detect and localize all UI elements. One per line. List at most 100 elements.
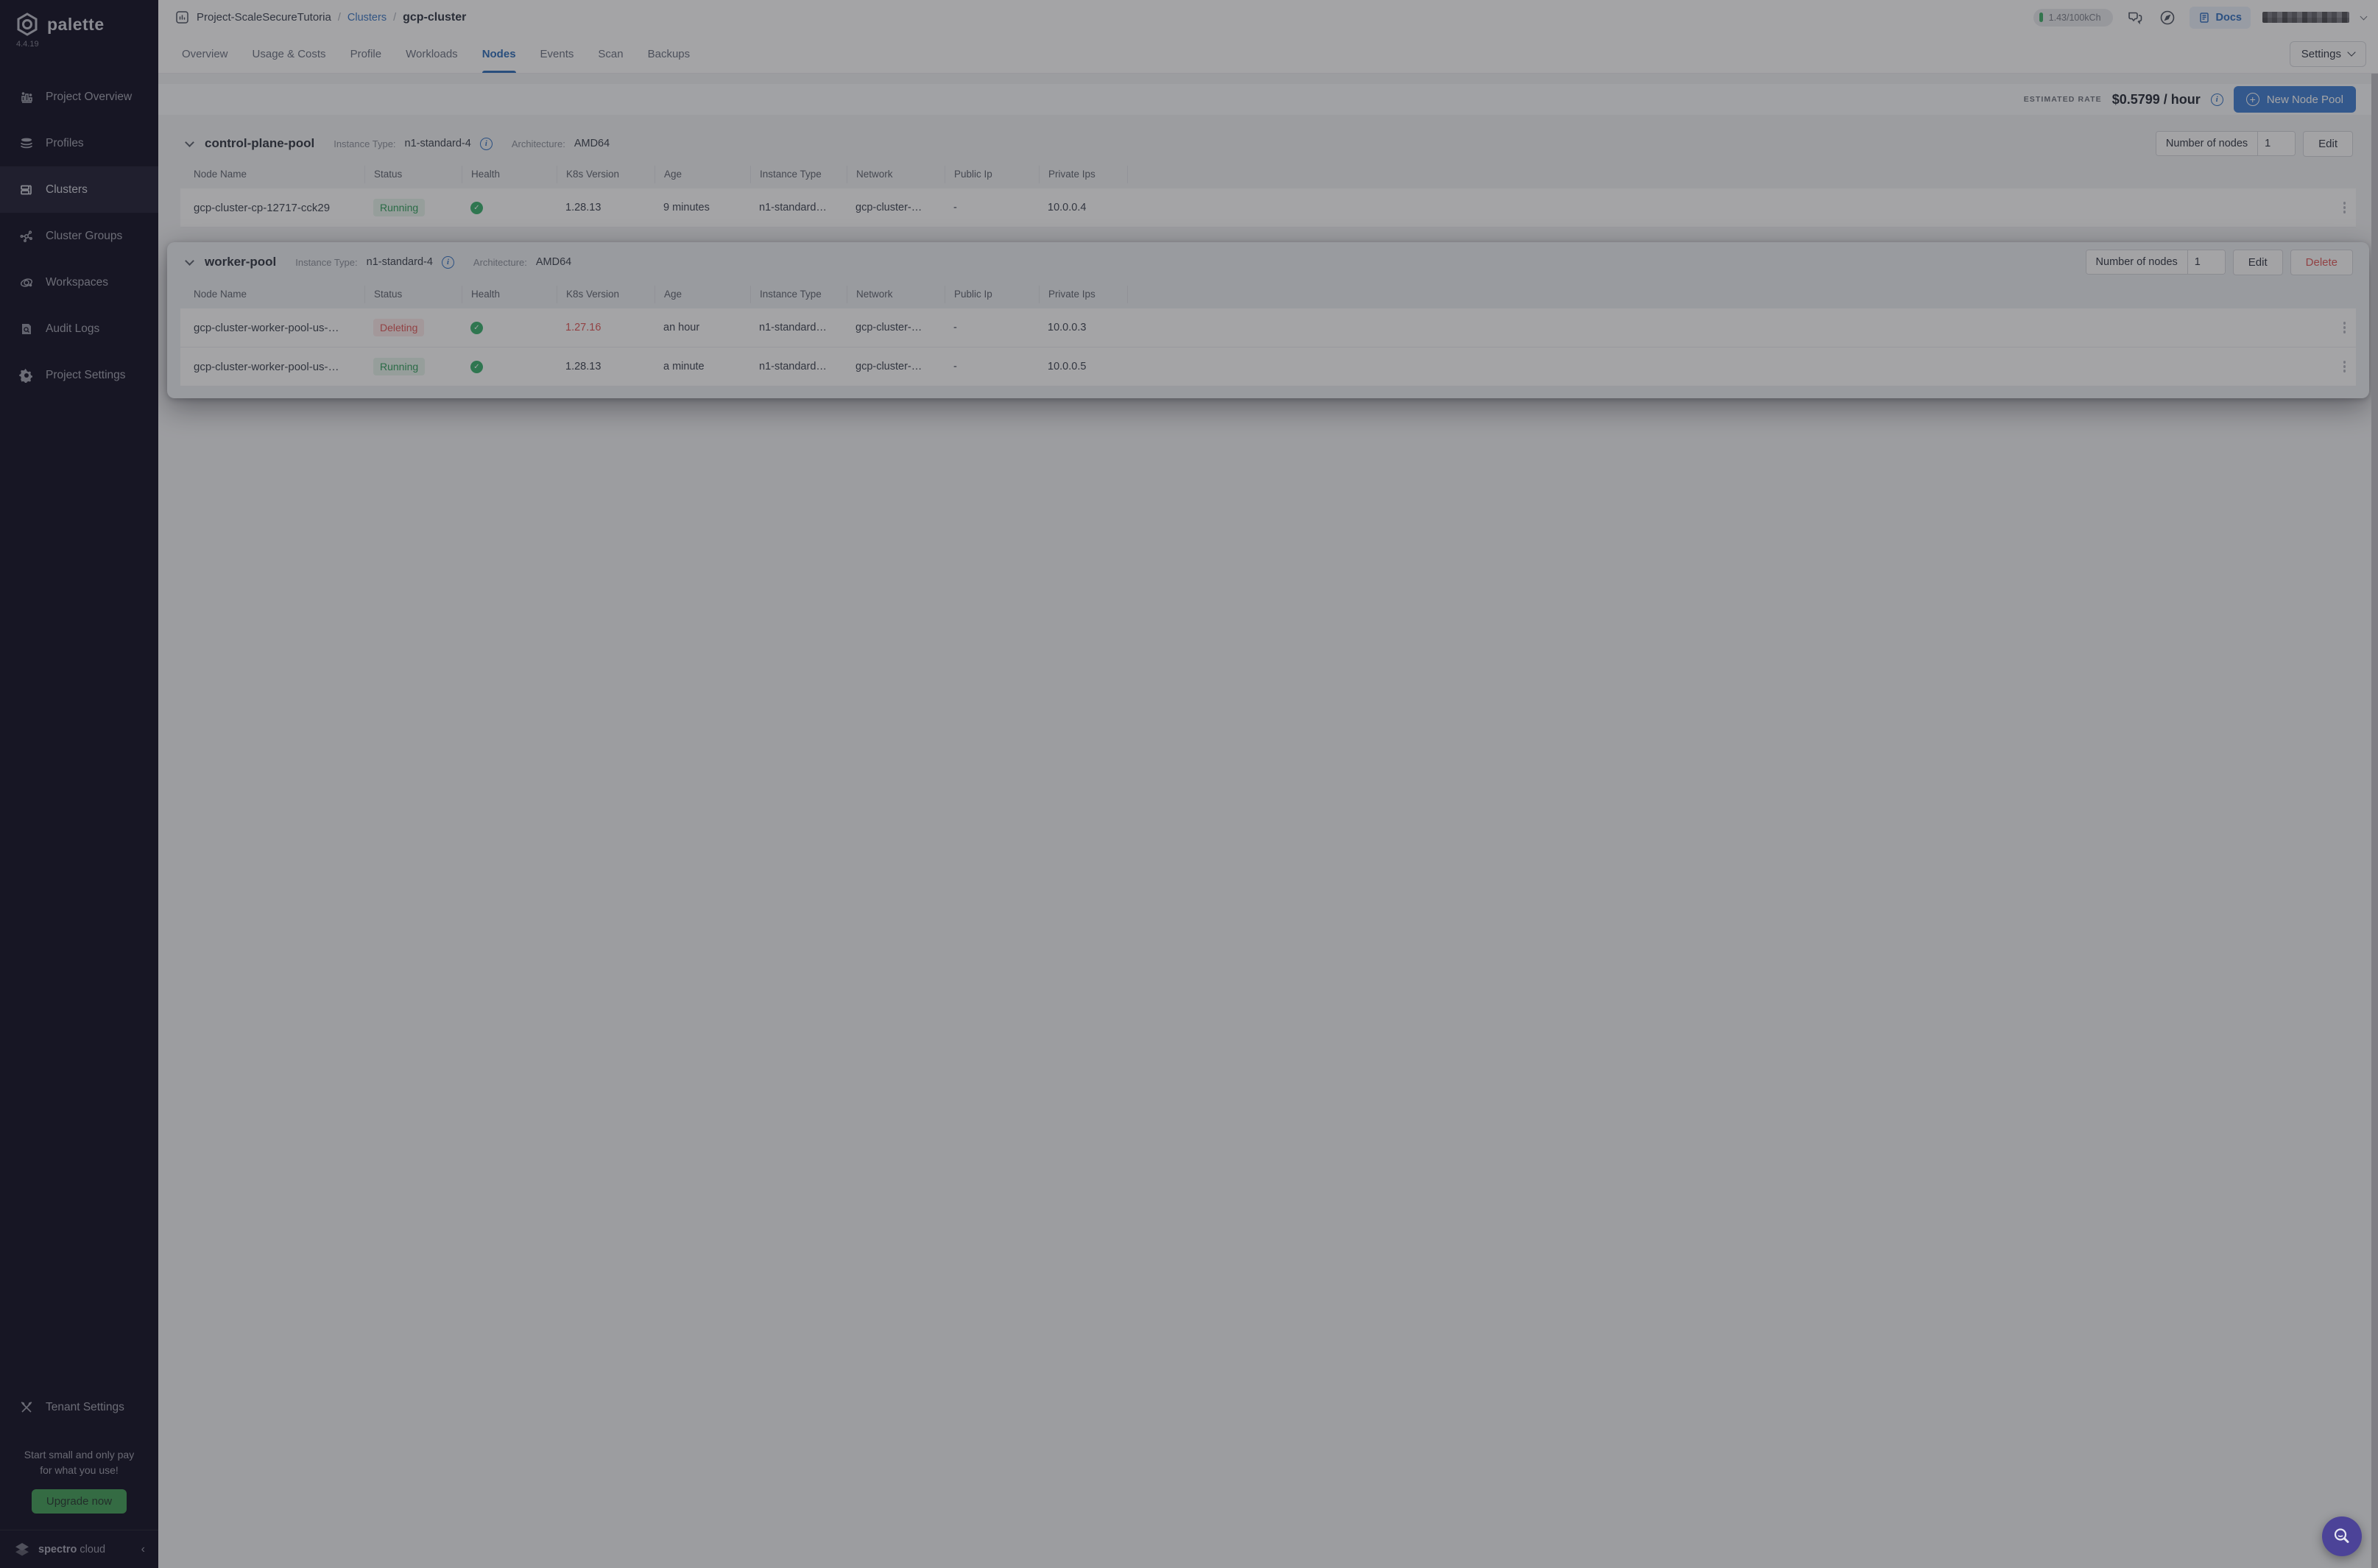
scrollbar[interactable] bbox=[2371, 74, 2378, 1568]
tab-profile[interactable]: Profile bbox=[350, 35, 382, 73]
sidebar-item-project-overview[interactable]: Project Overview bbox=[0, 74, 158, 120]
node-age: a minute bbox=[663, 361, 705, 372]
sidebar-item-audit-logs[interactable]: Audit Logs bbox=[0, 306, 158, 352]
sidebar-item-tenant-settings[interactable]: Tenant Settings bbox=[0, 1385, 158, 1431]
col-node-name: Node Name bbox=[194, 289, 247, 300]
tab-backups[interactable]: Backups bbox=[648, 35, 691, 73]
col-actions bbox=[1127, 166, 2356, 183]
collapse-pool-chevron-icon[interactable] bbox=[185, 137, 194, 147]
node-name: gcp-cluster-cp-12717-cck29 bbox=[194, 201, 331, 214]
tab-nodes[interactable]: Nodes bbox=[481, 35, 516, 73]
upgrade-now-button[interactable]: Upgrade now bbox=[31, 1489, 127, 1514]
tab-workloads[interactable]: Workloads bbox=[406, 35, 458, 73]
col-public-ip: Public Ip bbox=[945, 286, 1039, 303]
logo-wordmark: palette bbox=[47, 14, 105, 34]
sidebar-item-project-settings[interactable]: Project Settings bbox=[0, 352, 158, 398]
estimated-rate-value: $0.5799 / hour bbox=[2111, 91, 2201, 107]
rate-info-icon[interactable]: i bbox=[2210, 93, 2223, 106]
node-public-ip: - bbox=[953, 322, 957, 333]
tab-events[interactable]: Events bbox=[540, 35, 574, 73]
node-instance-type: n1-standard… bbox=[759, 361, 827, 372]
health-check-icon: ✓ bbox=[470, 201, 483, 214]
breadcrumb-separator: / bbox=[393, 11, 397, 24]
usage-quota-value: 1.43/100kCh bbox=[2048, 12, 2101, 23]
user-menu-caret-icon[interactable] bbox=[2360, 13, 2368, 20]
control-plane-pool-section: control-plane-pool Instance Type: n1-sta… bbox=[180, 127, 2356, 227]
tab-usage-costs[interactable]: Usage & Costs bbox=[253, 35, 326, 73]
sidebar-item-clusters[interactable]: Clusters bbox=[0, 166, 158, 213]
orbit-icon bbox=[20, 278, 33, 287]
plus-circle-icon: + bbox=[2245, 93, 2259, 106]
control-plane-pool-header: control-plane-pool Instance Type: n1-sta… bbox=[180, 127, 2356, 160]
node-public-ip: - bbox=[953, 361, 957, 372]
instance-info-icon[interactable]: i bbox=[479, 137, 493, 150]
collapse-pool-chevron-icon[interactable] bbox=[185, 255, 194, 266]
docs-button[interactable]: Docs bbox=[2189, 6, 2251, 29]
new-node-pool-button[interactable]: + New Node Pool bbox=[2233, 86, 2356, 113]
node-public-ip: - bbox=[953, 202, 957, 213]
col-network: Network bbox=[847, 166, 945, 183]
status-badge: Running bbox=[373, 358, 426, 375]
project-icon[interactable] bbox=[174, 10, 190, 25]
sidebar-item-cluster-groups[interactable]: Cluster Groups bbox=[0, 213, 158, 259]
worker-pool-section: worker-pool Instance Type: n1-standard-4… bbox=[167, 242, 2369, 398]
architecture-label: Architecture: bbox=[511, 138, 565, 149]
node-private-ips: 10.0.0.5 bbox=[1048, 361, 1087, 372]
number-of-nodes-label: Number of nodes bbox=[2086, 250, 2188, 274]
compass-icon bbox=[2160, 10, 2174, 24]
docs-label: Docs bbox=[2215, 11, 2242, 24]
spectro-cloud-wordmark: spectro cloud bbox=[38, 1543, 106, 1555]
tab-scan[interactable]: Scan bbox=[598, 35, 623, 73]
sidebar-item-label: Project Settings bbox=[46, 368, 126, 381]
header-actions: 1.43/100kCh Docs bbox=[2033, 6, 2368, 29]
redacted-username[interactable] bbox=[2262, 12, 2349, 23]
node-network: gcp-cluster-… bbox=[855, 361, 922, 372]
usage-quota-pill[interactable]: 1.43/100kCh bbox=[2033, 8, 2113, 27]
explore-button[interactable] bbox=[2157, 7, 2178, 28]
row-actions-kebab-icon[interactable] bbox=[2343, 361, 2357, 372]
breadcrumb-separator: / bbox=[337, 11, 341, 24]
row-actions-kebab-icon[interactable] bbox=[2343, 322, 2357, 333]
chat-bubbles-icon bbox=[2128, 12, 2142, 24]
number-of-nodes-input[interactable] bbox=[2187, 250, 2225, 274]
new-node-pool-label: New Node Pool bbox=[2266, 93, 2343, 106]
cluster-settings-button[interactable]: Settings bbox=[2289, 40, 2366, 67]
pool-name: control-plane-pool bbox=[205, 136, 315, 150]
breadcrumb-cluster-name: gcp-cluster bbox=[403, 10, 467, 24]
edit-pool-button[interactable]: Edit bbox=[2232, 249, 2283, 275]
col-network: Network bbox=[847, 286, 945, 303]
breadcrumb-project[interactable]: Project-ScaleSecureTutoria bbox=[197, 11, 331, 24]
bar-chart-icon bbox=[21, 91, 32, 103]
delete-pool-button[interactable]: Delete bbox=[2290, 249, 2353, 275]
instance-info-icon[interactable]: i bbox=[441, 255, 454, 269]
edit-pool-button[interactable]: Edit bbox=[2303, 130, 2353, 157]
search-smile-icon bbox=[2334, 1528, 2349, 1543]
number-of-nodes-input[interactable] bbox=[2258, 132, 2296, 155]
palette-logo: palette bbox=[0, 0, 158, 38]
pool-controls: Number of nodes Edit bbox=[2155, 130, 2353, 157]
rate-toolbar: ESTIMATED RATE $0.5799 / hour i + New No… bbox=[158, 84, 2378, 115]
sidebar-item-profiles[interactable]: Profiles bbox=[0, 120, 158, 166]
node-instance-type: n1-standard… bbox=[759, 202, 827, 213]
collapse-sidebar-icon[interactable]: ‹ bbox=[141, 1543, 145, 1556]
sidebar-item-label: Audit Logs bbox=[46, 322, 100, 335]
instance-type-label: Instance Type: bbox=[295, 256, 358, 268]
node-instance-type: n1-standard… bbox=[759, 322, 827, 333]
breadcrumb-clusters-link[interactable]: Clusters bbox=[347, 12, 387, 24]
col-k8s-version: K8s Version bbox=[557, 166, 655, 183]
node-name: gcp-cluster-worker-pool-us-… bbox=[194, 321, 339, 334]
node-network: gcp-cluster-… bbox=[855, 322, 922, 333]
row-actions-kebab-icon[interactable] bbox=[2343, 202, 2357, 213]
k8s-version: 1.28.13 bbox=[565, 202, 601, 213]
node-network: gcp-cluster-… bbox=[855, 202, 922, 213]
chevron-down-icon bbox=[2347, 48, 2356, 57]
sidebar-item-label: Clusters bbox=[46, 183, 88, 196]
sidebar-item-workspaces[interactable]: Workspaces bbox=[0, 259, 158, 306]
help-search-fab[interactable] bbox=[2322, 1516, 2362, 1556]
tab-overview[interactable]: Overview bbox=[182, 35, 228, 73]
instance-type-value: n1-standard-4 bbox=[404, 138, 471, 149]
sidebar-item-label: Profiles bbox=[46, 136, 84, 149]
number-of-nodes-control: Number of nodes bbox=[2085, 250, 2226, 275]
feedback-chat-button[interactable] bbox=[2125, 7, 2145, 28]
status-badge: Running bbox=[373, 199, 426, 216]
